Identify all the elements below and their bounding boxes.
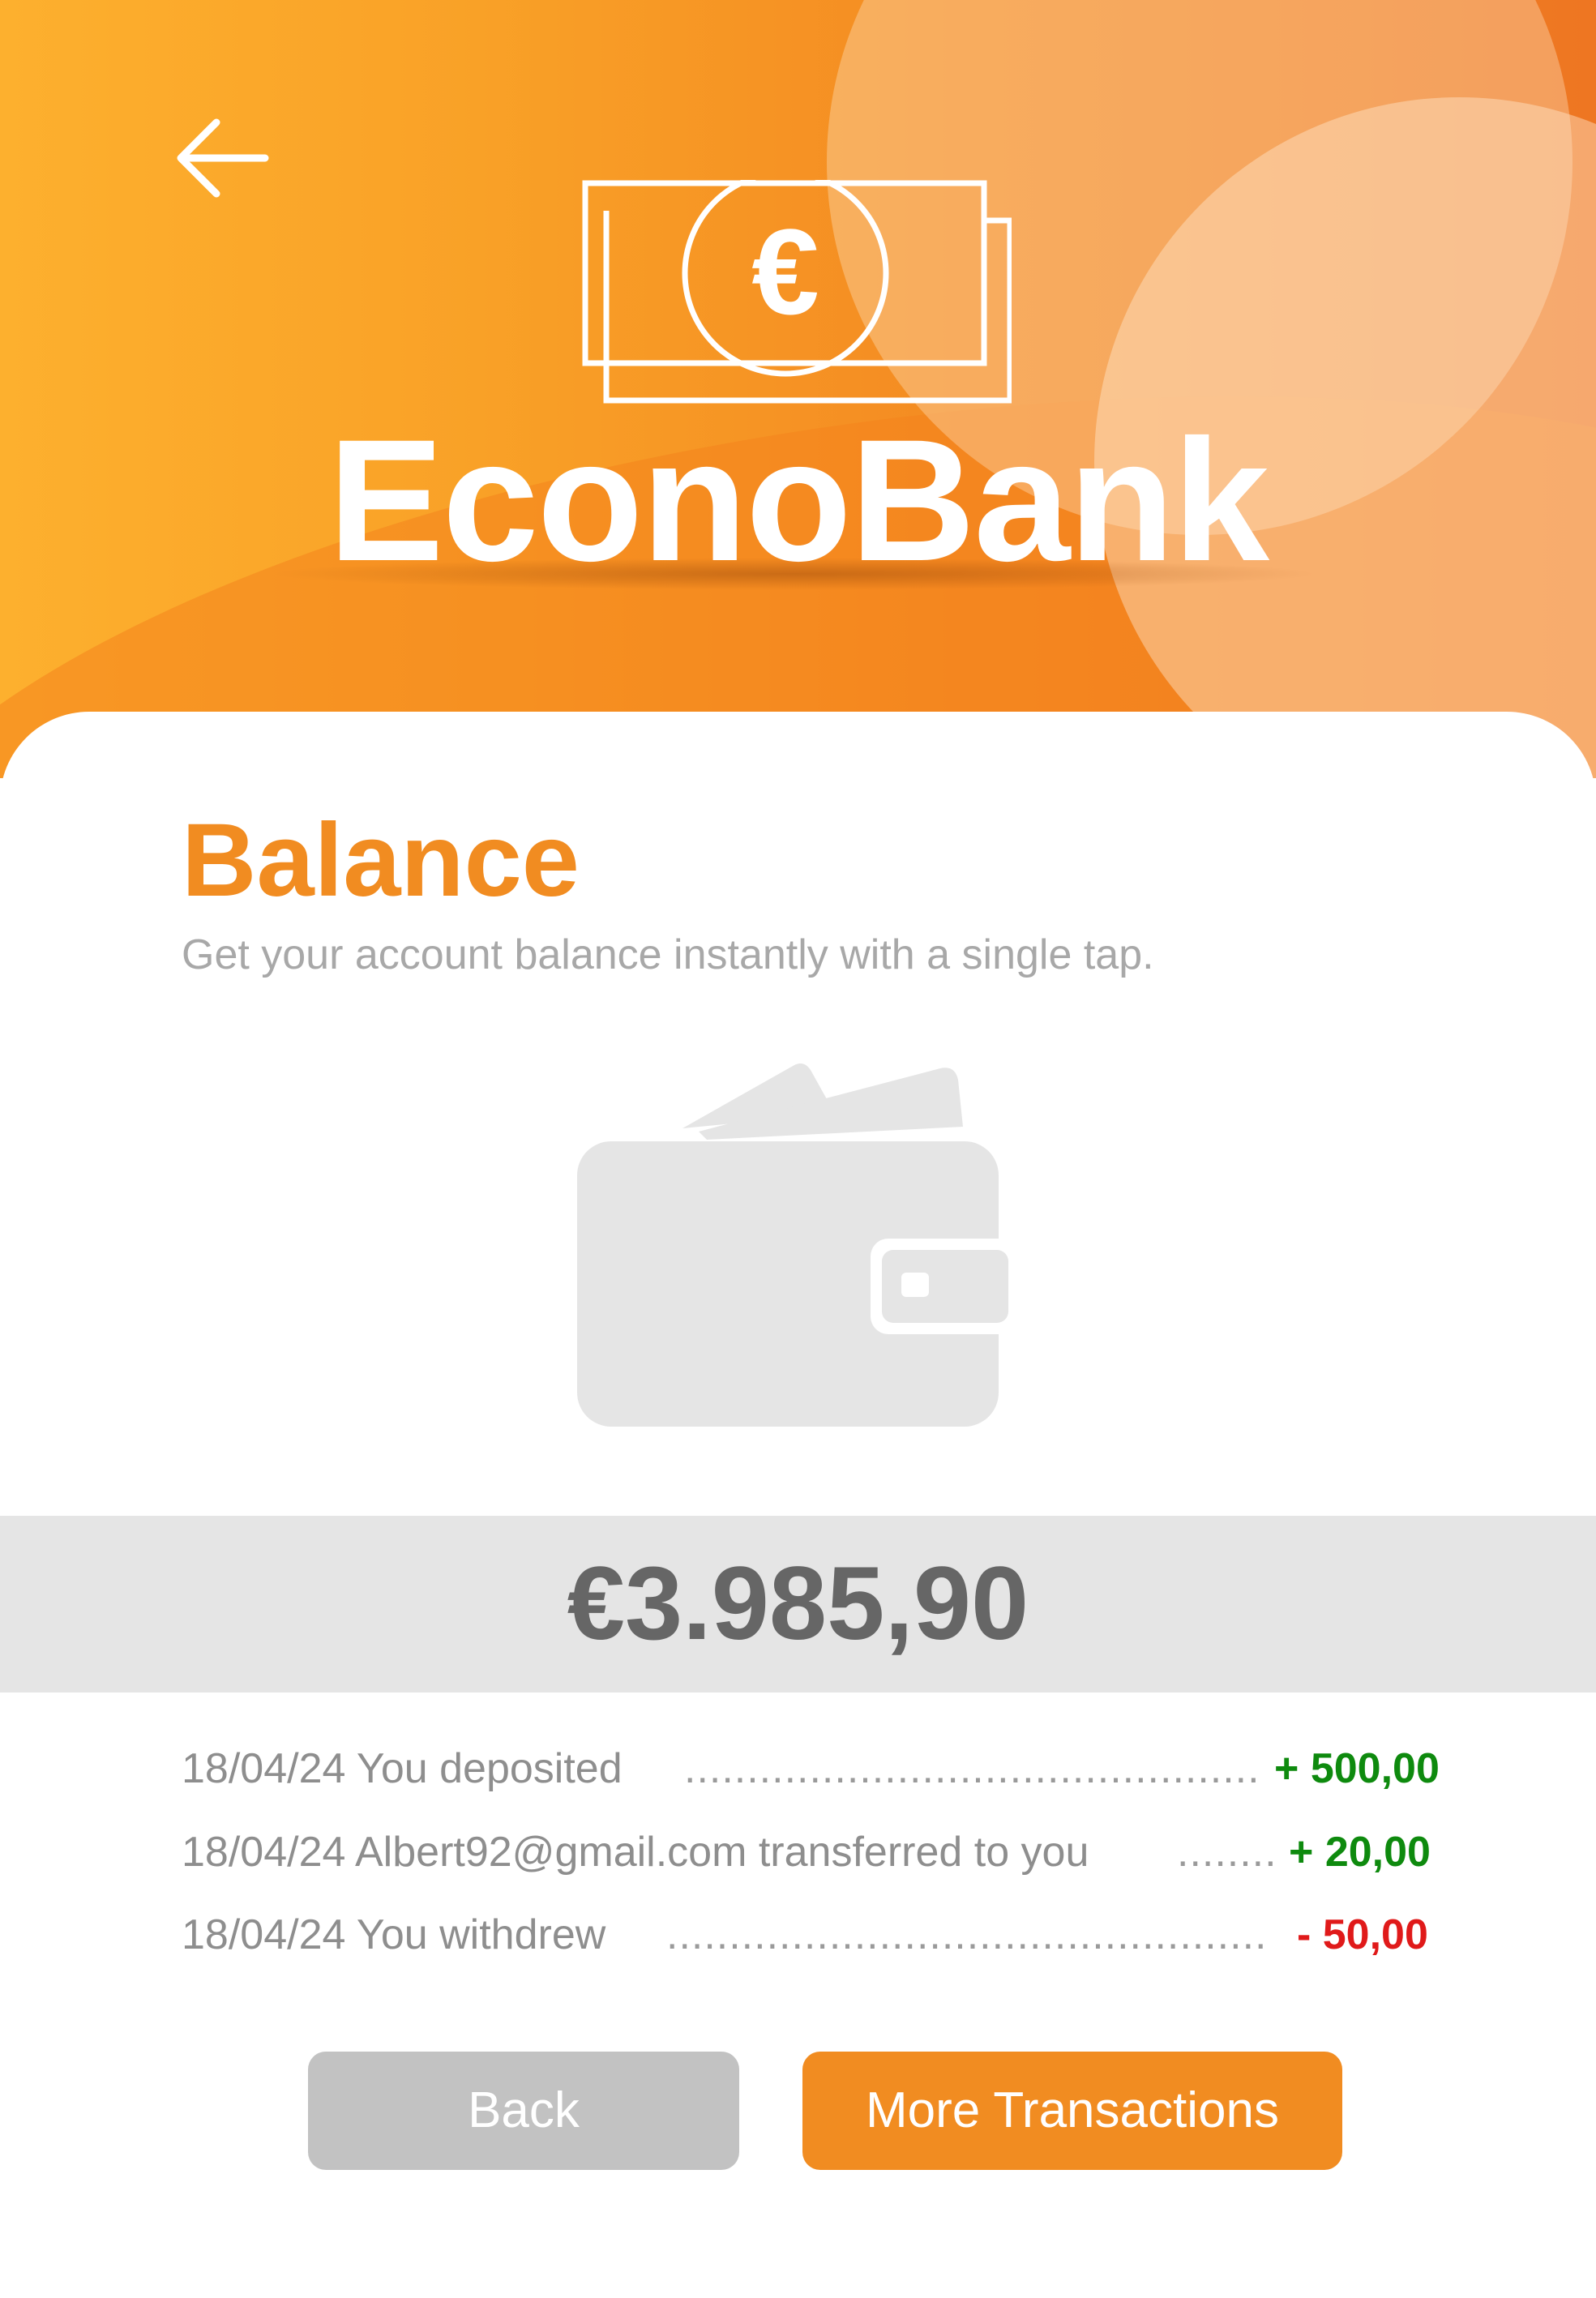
transaction-row: 18/04/24 Albert92@gmail.com transferred … <box>182 1824 1478 1881</box>
arrow-left-icon[interactable] <box>174 113 272 203</box>
transaction-description: 18/04/24 Albert92@gmail.com transferred … <box>182 1829 1089 1876</box>
transaction-amount: + 20,00 <box>1289 1829 1431 1876</box>
transaction-amount: + 500,00 <box>1274 1745 1440 1792</box>
transaction-row: 18/04/24 You withdrew ..................… <box>182 1906 1478 1963</box>
balance-amount: €3.985,90 <box>567 1546 1029 1662</box>
brand-name: EconoBank <box>327 404 1269 597</box>
svg-text:€: € <box>751 203 819 340</box>
more-transactions-button[interactable]: More Transactions <box>802 2052 1342 2170</box>
transaction-description: 18/04/24 You deposited <box>182 1745 623 1792</box>
euro-banknote-icon: € <box>582 180 1012 404</box>
page-subtitle: Get your account balance instantly with … <box>182 931 1154 978</box>
transaction-row: 18/04/24 You deposited .................… <box>182 1740 1478 1797</box>
transaction-description: 18/04/24 You withdrew <box>182 1911 606 1958</box>
wallet-icon <box>577 1063 1020 1427</box>
balance-screen: € EconoBank Balance Get your account bal… <box>0 0 1596 2298</box>
transaction-amount: - 50,00 <box>1297 1911 1428 1958</box>
transaction-dot-leader: ........ <box>1177 1829 1274 1876</box>
back-button[interactable]: Back <box>308 2052 739 2170</box>
page-title: Balance <box>182 802 580 918</box>
header-banner: € EconoBank <box>0 0 1596 778</box>
